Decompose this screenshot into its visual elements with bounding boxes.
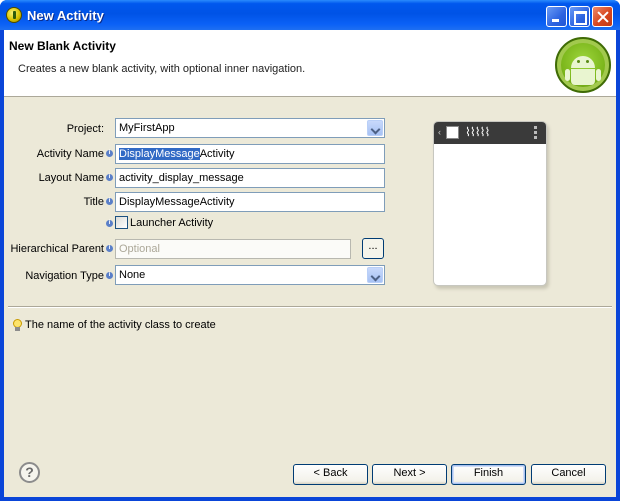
finish-button[interactable]: Finish xyxy=(451,464,526,485)
navigation-type-label: Navigation Type xyxy=(25,270,104,282)
launcher-activity-label[interactable]: Launcher Activity xyxy=(130,217,213,229)
layout-name-input[interactable]: activity_display_message xyxy=(115,168,385,188)
title-placeholder-icon: ⌇⌇⌇⌇⌇ xyxy=(465,125,490,139)
back-chevron-icon: ‹ xyxy=(438,127,441,137)
dialog-window: New Activity New Blank Activity Creates … xyxy=(0,0,620,501)
cancel-button[interactable]: Cancel xyxy=(531,464,606,485)
android-logo-icon xyxy=(555,37,611,93)
project-label: Project: xyxy=(66,123,104,135)
eclipse-app-icon xyxy=(6,7,22,23)
launcher-activity-checkbox[interactable] xyxy=(115,216,128,229)
maximize-button[interactable] xyxy=(569,6,590,27)
hierarchical-parent-label: Hierarchical Parent xyxy=(10,243,104,255)
project-value: MyFirstApp xyxy=(119,122,175,134)
hint-message: The name of the activity class to create xyxy=(25,319,216,331)
info-icon: i xyxy=(106,272,113,279)
back-button[interactable]: < Back xyxy=(293,464,368,485)
title-input[interactable]: DisplayMessageActivity xyxy=(115,192,385,212)
dialog-body: New Blank Activity Creates a new blank a… xyxy=(4,30,616,497)
info-icon: i xyxy=(106,198,113,205)
activity-name-label: Activity Name xyxy=(36,148,104,160)
app-icon xyxy=(446,126,459,139)
window-title: New Activity xyxy=(27,8,104,23)
layout-name-label: Layout Name xyxy=(38,172,104,184)
unselected-text: Activity xyxy=(199,148,235,160)
project-combo[interactable]: MyFirstApp xyxy=(115,118,385,138)
page-description: Creates a new blank activity, with optio… xyxy=(18,63,306,75)
help-button[interactable]: ? xyxy=(19,462,40,483)
lightbulb-icon xyxy=(13,319,22,331)
browse-button[interactable]: ... xyxy=(362,238,384,259)
info-icon: i xyxy=(106,174,113,181)
activity-name-input[interactable]: DisplayMessageActivity xyxy=(115,144,385,164)
info-icon: i xyxy=(106,150,113,157)
preview-action-bar: ‹ ⌇⌇⌇⌇⌇ xyxy=(434,122,546,144)
next-button[interactable]: Next > xyxy=(372,464,447,485)
info-icon: i xyxy=(106,220,113,227)
selected-text: DisplayMessage xyxy=(119,148,200,160)
navigation-type-combo[interactable]: None xyxy=(115,265,385,285)
activity-preview: ‹ ⌇⌇⌇⌇⌇ xyxy=(433,121,547,286)
hierarchical-parent-input[interactable]: Optional xyxy=(115,239,351,259)
info-icon: i xyxy=(106,245,113,252)
close-button[interactable] xyxy=(592,6,613,27)
chevron-down-icon[interactable] xyxy=(367,120,383,136)
title-label: Title xyxy=(83,196,104,208)
page-title: New Blank Activity xyxy=(9,39,116,53)
divider xyxy=(8,306,612,308)
title-bar[interactable]: New Activity xyxy=(0,0,620,30)
chevron-down-icon[interactable] xyxy=(367,267,383,283)
overflow-menu-icon xyxy=(534,126,537,140)
navigation-type-value: None xyxy=(119,269,146,281)
minimize-button[interactable] xyxy=(546,6,567,27)
wizard-header: New Blank Activity Creates a new blank a… xyxy=(4,30,616,97)
